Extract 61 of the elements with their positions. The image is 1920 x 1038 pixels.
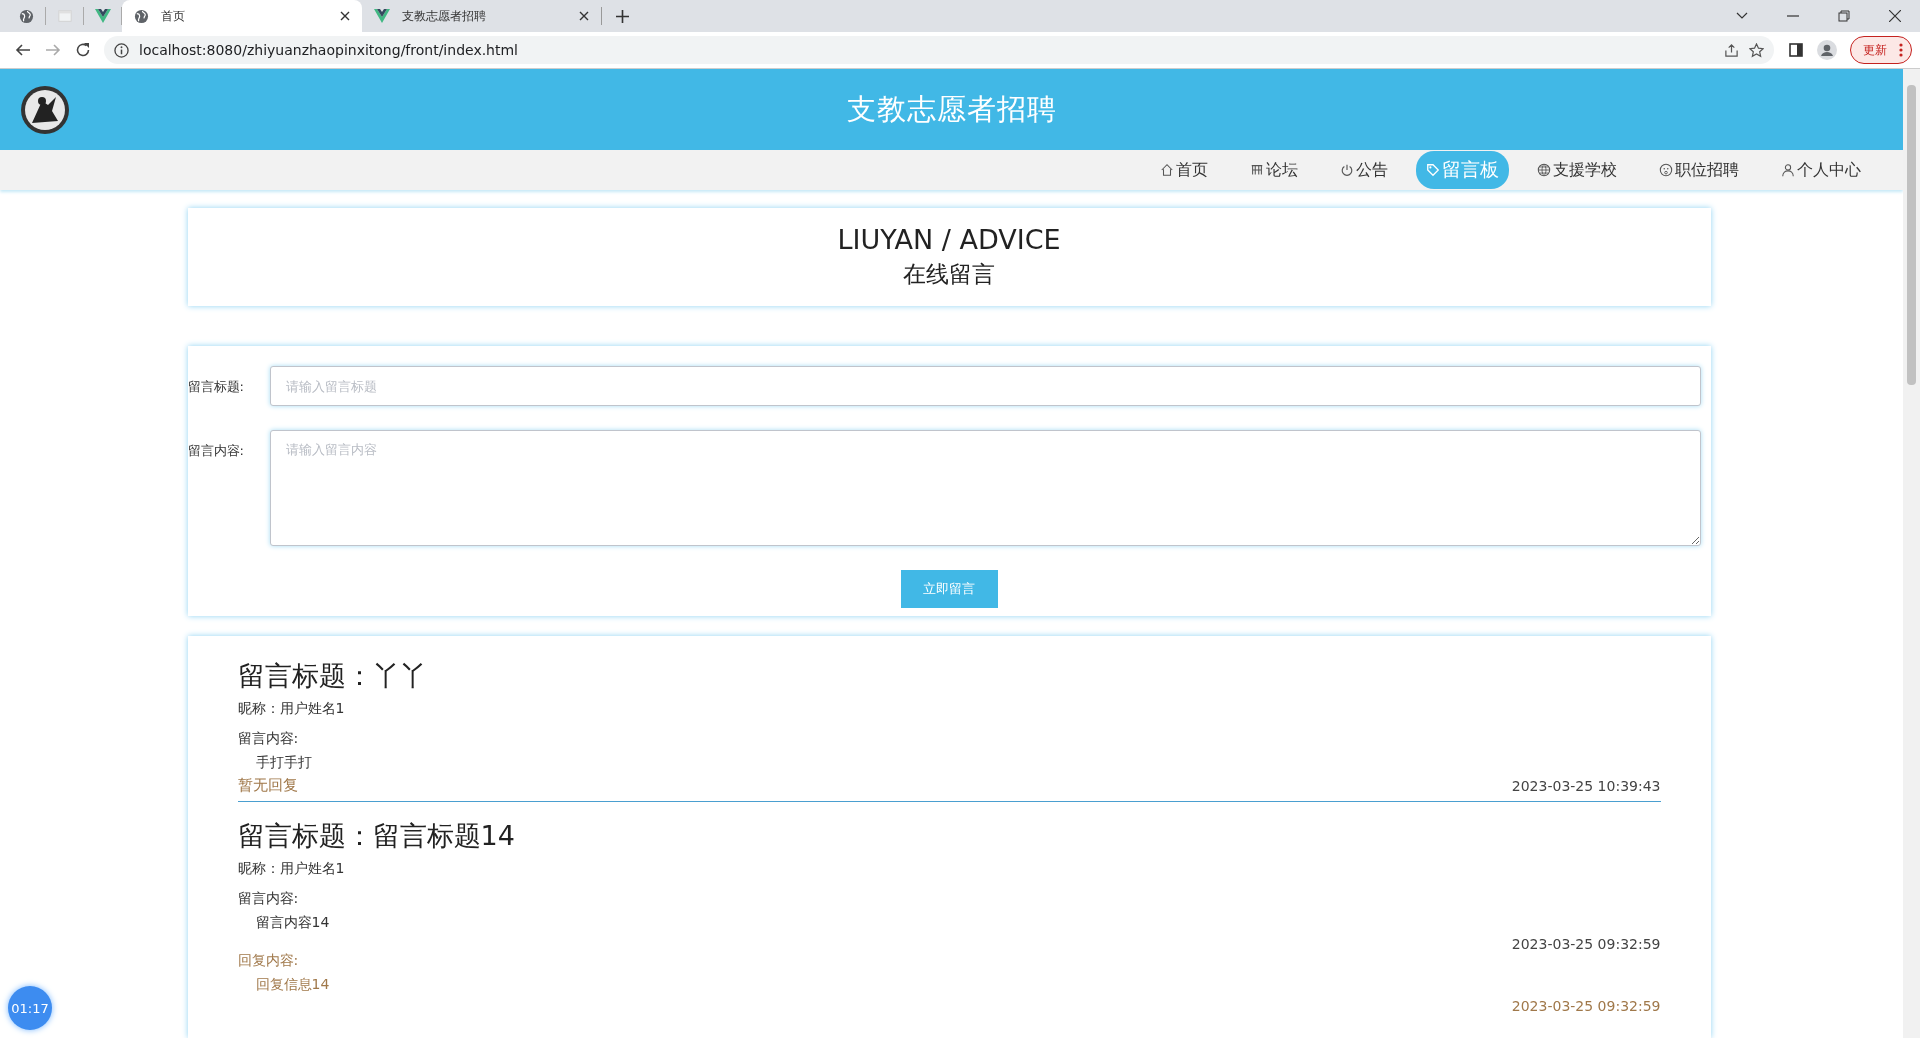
grid-icon [1250, 163, 1264, 177]
close-icon[interactable] [1889, 10, 1901, 22]
sidebar-icon[interactable] [1789, 43, 1803, 57]
reply-text: 回复信息14 [255, 976, 331, 994]
address-field[interactable]: localhost:8080/zhiyuanzhaopinxitong/front/index.html [104, 36, 1774, 64]
site-title: 支教志愿者招聘 [846, 90, 1057, 128]
timer-badge: 01:17 [8, 986, 52, 1030]
timestamp: 2023-03-25 09:32:59 [1511, 936, 1661, 952]
globe-icon [1537, 163, 1551, 177]
share-icon[interactable] [1724, 42, 1739, 58]
chevron-down-icon[interactable] [1736, 12, 1748, 20]
message-content: 留言内容14 [255, 914, 331, 932]
globe-icon [134, 8, 149, 24]
globe-icon [19, 8, 34, 24]
nav-item[interactable]: 论坛 [1240, 153, 1308, 187]
more-icon [1899, 43, 1903, 57]
back-icon[interactable] [15, 42, 31, 58]
field-label: 留言内容: [187, 442, 245, 460]
nav-item[interactable]: 公告 [1330, 153, 1398, 187]
title-field[interactable]: 请输入留言标题 [269, 366, 1701, 406]
nickname-text: 昵称：用户姓名1 [237, 860, 346, 878]
message-content: 手打手打 [255, 754, 313, 772]
message-title: 留言标题：丫丫 [237, 659, 428, 693]
star-icon[interactable] [1749, 42, 1764, 58]
banner-subtitle: 在线留言 [903, 260, 995, 289]
home-icon [1160, 163, 1174, 177]
scrollbar-thumb[interactable] [1907, 85, 1916, 385]
nav-item[interactable]: 个人中心 [1771, 153, 1871, 187]
face-icon [1659, 163, 1673, 177]
profile-icon[interactable] [1817, 40, 1837, 60]
content-label: 留言内容: [237, 890, 300, 908]
power-icon [1340, 163, 1354, 177]
update-button[interactable]: 更新 [1850, 36, 1912, 64]
nickname-text: 昵称：用户姓名1 [237, 700, 346, 718]
field-label: 留言标题: [187, 378, 245, 396]
browser-tab[interactable]: 首页 [122, 0, 362, 32]
info-icon[interactable] [114, 42, 129, 58]
nav-item[interactable]: 职位招聘 [1649, 153, 1749, 187]
close-icon[interactable] [579, 11, 589, 21]
content-label: 留言内容: [237, 730, 300, 748]
person-icon [1781, 163, 1795, 177]
restore-icon[interactable] [1838, 10, 1850, 22]
plus-icon[interactable] [616, 9, 629, 23]
nav-item[interactable]: 支援学校 [1527, 153, 1627, 187]
reload-icon[interactable] [75, 42, 91, 58]
close-icon[interactable] [340, 11, 350, 21]
v-logo-icon [374, 9, 390, 23]
v-logo-icon [94, 9, 111, 23]
content-field[interactable]: 请输入留言内容 [269, 430, 1701, 546]
reply-timestamp: 2023-03-25 09:32:59 [1511, 998, 1661, 1014]
scrollbar[interactable] [1903, 69, 1920, 1038]
reply-label: 回复内容: [237, 952, 300, 970]
message-title: 留言标题：留言标题14 [237, 819, 516, 853]
logo-icon [20, 84, 70, 135]
nav-item[interactable]: 首页 [1150, 153, 1218, 187]
timestamp: 2023-03-25 10:39:43 [1511, 777, 1661, 794]
banner-title: LIUYAN / ADVICE [837, 224, 1061, 255]
browser-tab[interactable]: 支教志愿者招聘 [362, 7, 602, 25]
tag-icon [1426, 163, 1440, 177]
no-reply-text: 暂无回复 [237, 776, 298, 795]
window-icon [56, 9, 73, 23]
